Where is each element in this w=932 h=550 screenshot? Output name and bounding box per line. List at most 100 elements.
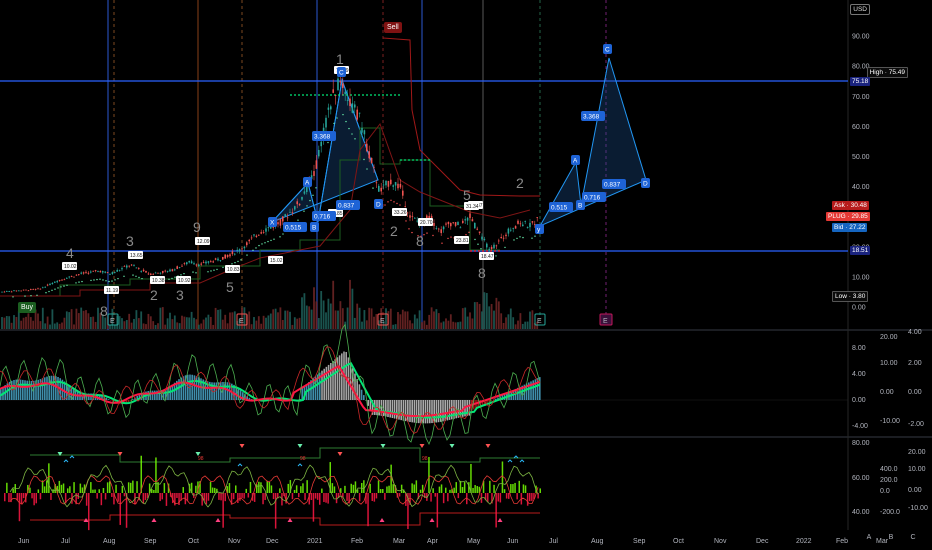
indicator-tick: 80.00 (852, 440, 870, 447)
price-tick: 10.00 (852, 274, 870, 281)
pattern-ratio-text: 0.837 (604, 182, 621, 189)
price-callout: 31.34 (466, 204, 479, 210)
oscillator-tick: -4.00 (852, 423, 868, 430)
level-price-label: 18.51 (850, 246, 871, 255)
corner-button-c[interactable]: C (907, 532, 919, 544)
oscillator-tick: 2.00 (908, 360, 922, 367)
ask-price-label: Ask · 30.48 (832, 201, 869, 210)
time-tick: 2022 (796, 538, 812, 545)
indicator-tick: 60.00 (852, 475, 870, 482)
corner-button-b[interactable]: B (885, 532, 897, 544)
price-tick: 0.00 (852, 305, 866, 312)
oscillator-tick: 0.00 (880, 389, 894, 396)
indicator-tag: 98 (422, 456, 428, 462)
wave-count: 1 (336, 51, 344, 67)
price-callout: 10.92 (178, 278, 191, 284)
oscillator-tick: 10.00 (880, 360, 898, 367)
time-tick: Jul (549, 538, 558, 545)
pattern-ratio-text: 3.368 (583, 114, 600, 121)
pattern-point-text: C (605, 47, 610, 54)
time-tick: Dec (756, 538, 769, 545)
oscillator-tick: 8.00 (852, 345, 866, 352)
time-tick: Oct (188, 538, 199, 545)
price-callout: 11.19 (106, 288, 118, 294)
wave-count: 2 (150, 287, 158, 303)
indicator-tick: 400.0 (880, 466, 898, 473)
time-tick: Nov (228, 538, 241, 545)
time-tick: Feb (836, 538, 848, 545)
pattern-point-text: C (339, 70, 344, 77)
indicator-tag: 98 (198, 456, 204, 462)
price-callout: 18.47 (481, 254, 494, 260)
corner-button-a[interactable]: A (863, 532, 875, 544)
pattern-point-text: D (376, 202, 381, 209)
oscillator-tick: -10.00 (880, 418, 900, 425)
wave-count: 3 (176, 287, 184, 303)
time-tick: Jun (507, 538, 518, 545)
indicator-tick: 20.00 (908, 449, 926, 456)
pattern-point-text: A (573, 158, 578, 165)
indicator-axis: 80.00 60.00 40.00 400.0 200.0 0.0 -200.0 20.00 1… (852, 440, 928, 516)
price-callout: 10.02 (64, 264, 77, 270)
indicator-tick: 10.00 (908, 466, 926, 473)
time-tick: Apr (427, 538, 439, 545)
bid-price-label: Bid · 27.22 (832, 223, 868, 232)
pattern-ratio-text: 0.716 (314, 214, 331, 221)
price-callout: 10.83 (227, 267, 240, 273)
level-price-label: 75.18 (850, 77, 870, 86)
wave-count: 9 (193, 219, 201, 235)
price-tick: 60.00 (852, 124, 870, 131)
price-callout: 15.02 (270, 258, 283, 264)
wave-count: 2 (390, 223, 398, 239)
last-price-label: PLUG · 29.85 (826, 212, 870, 221)
earnings-marker: E (537, 318, 542, 325)
sell-signal: Sell (384, 22, 402, 33)
low-price-label: Low · 3.80 (832, 291, 869, 302)
price-callout: 13.65 (130, 253, 143, 259)
earnings-marker-upcoming: E (603, 318, 608, 325)
wave-count: 5 (226, 279, 234, 295)
oscillator-tick: 4.00 (908, 329, 922, 336)
time-tick: Dec (266, 538, 279, 545)
wave-count: 5 (463, 187, 471, 203)
time-tick: May (467, 538, 481, 545)
pattern-point-text: D (643, 181, 648, 188)
wave-count: 8 (478, 265, 486, 281)
oscillator-tick: 0.00 (908, 389, 922, 396)
price-tick: 70.00 (852, 94, 870, 101)
time-tick: Sep (144, 538, 157, 545)
oscillator-axis: 8.00 4.00 0.00 -4.00 20.00 10.00 0.00 -10.00 4.0… (852, 329, 924, 430)
earnings-marker: E (239, 318, 244, 325)
earnings-marker: E (380, 318, 385, 325)
buy-signal: Buy (18, 302, 37, 313)
time-tick: Jul (61, 538, 70, 545)
price-callouts: 75.4910.0213.6511.1910.3810.9210.8312.09… (62, 66, 494, 294)
pattern-ratio-text: 0.716 (584, 195, 601, 202)
earnings-marker: E (110, 318, 115, 325)
time-tick: Sep (633, 538, 646, 545)
indicator-tick: -200.0 (880, 509, 900, 516)
high-price-label: High · 75.49 (866, 67, 908, 78)
time-tick: Aug (591, 538, 604, 545)
time-axis[interactable]: Jun Jul Aug Sep Oct Nov Dec 2021 Feb Mar Apr May Jun… (18, 538, 889, 545)
indicator-panel[interactable]: 98 98 98 (4, 444, 541, 531)
main-panel (0, 0, 848, 330)
oscillator-tick: 0.00 (852, 397, 866, 404)
currency-selector[interactable]: USD (850, 4, 870, 15)
pattern-point-text: B (578, 203, 582, 210)
price-callout: 20.70 (420, 220, 433, 226)
price-tick: 90.00 (852, 34, 870, 41)
time-tick: Feb (351, 538, 363, 545)
oscillator-panel[interactable] (0, 323, 848, 445)
pattern-ratio-text: 0.515 (285, 225, 302, 232)
wave-count: 3 (126, 233, 134, 249)
pattern-point-text: B (312, 225, 316, 232)
indicator-tag: 98 (300, 456, 306, 462)
indicator-tick: 0.0 (880, 488, 890, 495)
price-tick: 40.00 (852, 184, 870, 191)
wave-count: 4 (66, 245, 74, 261)
time-tick: Nov (714, 538, 727, 545)
pattern-point-text: A (305, 180, 310, 187)
pattern-ratio-text: 0.515 (551, 205, 568, 212)
chart-canvas[interactable]: 4 3 2 3 9 5 8 1 2 8 5 2 8 75.4910.0213.6… (0, 0, 932, 550)
